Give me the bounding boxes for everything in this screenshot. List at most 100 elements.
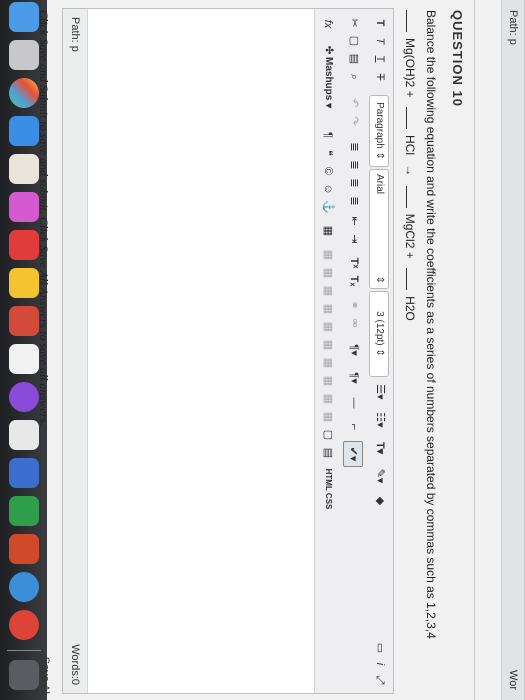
spellcheck-icon[interactable]: ▭ <box>371 641 389 655</box>
copyright-icon[interactable]: © <box>319 163 337 179</box>
horizontal-rule-icon[interactable]: — <box>345 395 363 411</box>
ltr-icon[interactable]: ¶▾ <box>345 339 363 361</box>
news-icon[interactable] <box>9 306 39 336</box>
font-family-select[interactable]: Arial ⇕ <box>369 169 389 289</box>
paragraph-mark-icon[interactable]: ¶ <box>319 127 337 143</box>
blank <box>406 268 407 291</box>
template-icon[interactable]: ▤ <box>319 445 337 461</box>
cut-icon[interactable]: ✂ <box>345 15 363 31</box>
mashups-menu[interactable]: ✣ Mashups ▾ <box>319 37 337 117</box>
redo-icon[interactable]: ↷ <box>345 113 363 129</box>
align-right-icon[interactable]: ≣ <box>345 175 363 191</box>
bold-button[interactable]: T <box>371 15 389 31</box>
formula-button[interactable]: fx <box>319 15 337 33</box>
page-break-icon[interactable]: ▢ <box>319 427 337 443</box>
table-merge-icon[interactable]: ▦ <box>319 391 337 407</box>
undo-icon[interactable]: ↶ <box>345 95 363 111</box>
submit-instructions: Click Save and Submit to save and submit… <box>37 10 51 426</box>
launchpad-icon[interactable] <box>9 40 39 70</box>
align-center-icon[interactable]: ≣ <box>345 157 363 173</box>
excel-icon[interactable] <box>9 496 39 526</box>
link-icon[interactable]: ⚭ <box>345 297 363 313</box>
screen: Path: p Wor QUESTION 10 Balance the foll… <box>0 0 525 700</box>
align-left-icon[interactable]: ≣ <box>345 139 363 155</box>
mashups-icon: ✣ <box>323 45 334 57</box>
rotated-page: Path: p Wor QUESTION 10 Balance the foll… <box>0 0 525 700</box>
table-delete-col-icon[interactable]: ▦ <box>319 337 337 353</box>
table-split-icon[interactable]: ▦ <box>319 409 337 425</box>
word-icon[interactable] <box>9 458 39 488</box>
safari-icon[interactable] <box>9 572 39 602</box>
select-arrows-icon: ⇕ <box>374 275 385 284</box>
table-col-before-icon[interactable]: ▦ <box>319 301 337 317</box>
chrome-icon[interactable] <box>9 610 39 640</box>
html-css-button[interactable]: HTML CSS <box>319 467 337 511</box>
itunes-icon[interactable] <box>9 192 39 222</box>
toolbar-row-3: fx ✣ Mashups ▾ ¶ ❝ © ☺ ⚓ ▦ ▦ ▦ ▦ ▦ ▦ ▦ ▦… <box>314 9 341 693</box>
blockquote-icon[interactable]: ⌐ <box>345 419 363 435</box>
quote-icon[interactable]: ❝ <box>319 145 337 161</box>
paste-icon[interactable]: ▤ <box>345 51 363 67</box>
numbered-list-icon[interactable]: ☷▾ <box>371 409 389 431</box>
find-icon[interactable]: ⌕ <box>345 69 363 85</box>
font-family-value: Arial <box>374 174 385 195</box>
question-prompt: Balance the following equation and write… <box>424 10 438 639</box>
bullet-list-icon[interactable]: ☰▾ <box>371 381 389 403</box>
outdent-icon[interactable]: ⇤ <box>345 213 363 229</box>
toolbar-row-1: T T T T Paragraph ⇕ Arial ⇕ 3 (12pt) ⇕ ☰▾… <box>366 9 393 693</box>
rtl-icon[interactable]: ¶▾ <box>345 367 363 389</box>
unlink-icon[interactable]: ⚮ <box>345 315 363 331</box>
spellcheck-select[interactable]: ✔▾ <box>343 441 363 467</box>
paragraph-select[interactable]: Paragraph ⇕ <box>369 95 389 167</box>
eraser-icon[interactable]: ◆ <box>371 493 389 509</box>
word-count: Words:0 <box>69 644 81 685</box>
table-delete-row-icon[interactable]: ▦ <box>319 283 337 299</box>
podcasts-icon[interactable] <box>9 382 39 412</box>
table-row-before-icon[interactable]: ▦ <box>319 247 337 263</box>
anchor-icon[interactable]: ⚓ <box>319 199 337 215</box>
blank <box>406 107 407 130</box>
indent-icon[interactable]: ⇥ <box>345 231 363 247</box>
word-count-label: Wor <box>507 670 519 690</box>
powerpoint-icon[interactable] <box>9 534 39 564</box>
table-props-icon[interactable]: ▦ <box>319 355 337 371</box>
table-col-after-icon[interactable]: ▦ <box>319 319 337 335</box>
subscript-icon[interactable]: Tₓ <box>345 273 363 289</box>
save-all-answers-button[interactable]: Save Al <box>39 657 51 694</box>
calendar-icon[interactable] <box>9 230 39 260</box>
text-color-icon[interactable]: T▾ <box>371 437 389 459</box>
path-label: Path: p <box>507 10 519 45</box>
photos-icon[interactable] <box>9 78 39 108</box>
toolbar-row-2: ✂ ▢ ▤ ⌕ ↶ ↷ ≣ ≣ ≣ ≣ ⇤ ⇥ Tˣ Tₓ ⚭ ⚮ ¶▾ ¶▾ … <box>340 9 367 693</box>
trash-icon[interactable] <box>9 660 39 690</box>
stickies-icon[interactable] <box>9 268 39 298</box>
table-cell-icon[interactable]: ▦ <box>319 373 337 389</box>
path-label: Path: p <box>69 17 81 52</box>
copy-icon[interactable]: ▢ <box>345 33 363 49</box>
table-row-after-icon[interactable]: ▦ <box>319 265 337 281</box>
info-icon[interactable]: i <box>371 657 389 671</box>
underline-button[interactable]: T <box>371 51 389 67</box>
blank <box>406 10 407 32</box>
font-size-select[interactable]: 3 (12pt) ⇕ <box>369 291 389 377</box>
preview-icon[interactable] <box>9 420 39 450</box>
previous-editor-path-bar: Path: p Wor <box>501 0 525 700</box>
strikethrough-button[interactable]: T <box>371 69 389 85</box>
editor-text-area[interactable] <box>88 9 314 693</box>
highlight-icon[interactable]: ✎▾ <box>371 465 389 487</box>
emoticon-icon[interactable]: ☺ <box>319 181 337 197</box>
finder-icon[interactable] <box>9 2 39 32</box>
reminders-icon[interactable] <box>9 344 39 374</box>
expand-icon[interactable]: ⤢ <box>371 673 389 687</box>
font-size-value: 3 (12pt) <box>374 311 385 346</box>
table-icon[interactable]: ▦ <box>319 223 337 239</box>
app-store-icon[interactable] <box>9 116 39 146</box>
paragraph-select-value: Paragraph <box>374 102 385 149</box>
notes-icon[interactable] <box>9 154 39 184</box>
italic-button[interactable]: T <box>371 33 389 49</box>
equation: Mg(OH)2 + HCl → MgCl2 + H2O <box>403 10 417 327</box>
blank <box>406 185 407 208</box>
align-justify-icon[interactable]: ≣ <box>345 193 363 209</box>
equation-term-2: HCl <box>403 135 417 156</box>
superscript-icon[interactable]: Tˣ <box>345 255 363 271</box>
